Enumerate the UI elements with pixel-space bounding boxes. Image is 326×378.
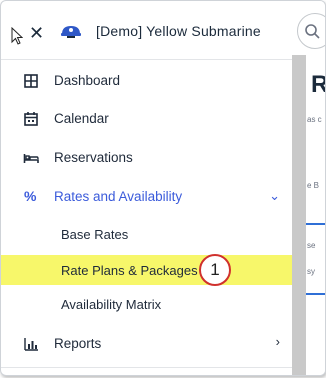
sidebar-item-label: Reports — [54, 336, 102, 351]
sidebar-item-label: Dashboard — [54, 73, 121, 88]
background-text: e B — [307, 181, 320, 190]
sidebar-item-rates-and-availability[interactable]: % Rates and Availability ⌄ — [1, 180, 292, 214]
dashboard-icon — [24, 74, 38, 88]
background-text: se — [307, 241, 316, 250]
subnav-item-rate-plans-packages[interactable]: Rate Plans & Packages — [1, 255, 292, 285]
subnav-item-base-rates[interactable]: Base Rates — [1, 219, 292, 249]
divider — [1, 367, 292, 368]
sidebar-item-calendar[interactable]: Calendar — [1, 102, 292, 136]
calendar-icon — [24, 112, 38, 126]
submarine-logo-icon — [61, 26, 81, 38]
search-button[interactable] — [297, 13, 325, 49]
sidebar-item-label: Calendar — [54, 111, 109, 126]
close-icon[interactable]: ✕ — [29, 23, 44, 44]
mouse-cursor-icon — [11, 27, 23, 45]
app-title: [Demo] Yellow Submarine — [96, 23, 261, 39]
search-icon — [305, 24, 320, 39]
sidebar-item-dashboard[interactable]: Dashboard — [1, 64, 292, 98]
background-text: sy — [307, 267, 315, 276]
percent-icon: % — [24, 188, 37, 204]
subnav-item-label: Base Rates — [61, 227, 129, 242]
subnav-item-label: Rate Plans & Packages — [61, 263, 198, 278]
scrollbar[interactable] — [292, 55, 306, 375]
sidebar-window: R as c e B se sy ✕ [Demo] Yellow Submari… — [0, 0, 326, 376]
bar-chart-icon — [24, 338, 38, 351]
background-divider — [306, 293, 325, 295]
subnav-item-label: Availability Matrix — [61, 297, 162, 312]
chevron-down-icon: ⌄ — [269, 188, 280, 203]
sidebar-item-label: Rates and Availability — [54, 189, 183, 204]
sidebar-header: ✕ [Demo] Yellow Submarine — [1, 1, 292, 60]
step-callout-badge: 1 — [199, 254, 231, 286]
sidebar-item-reports[interactable]: Reports › — [1, 327, 292, 361]
background-divider — [306, 223, 325, 225]
background-text: as c — [307, 115, 322, 124]
sidebar-item-label: Reservations — [54, 150, 133, 165]
sidebar-item-reservations[interactable]: Reservations — [1, 141, 292, 175]
bed-icon — [23, 154, 39, 163]
background-heading: R — [311, 71, 325, 99]
chevron-right-icon: › — [275, 334, 280, 349]
subnav-item-availability-matrix[interactable]: Availability Matrix — [1, 289, 292, 319]
